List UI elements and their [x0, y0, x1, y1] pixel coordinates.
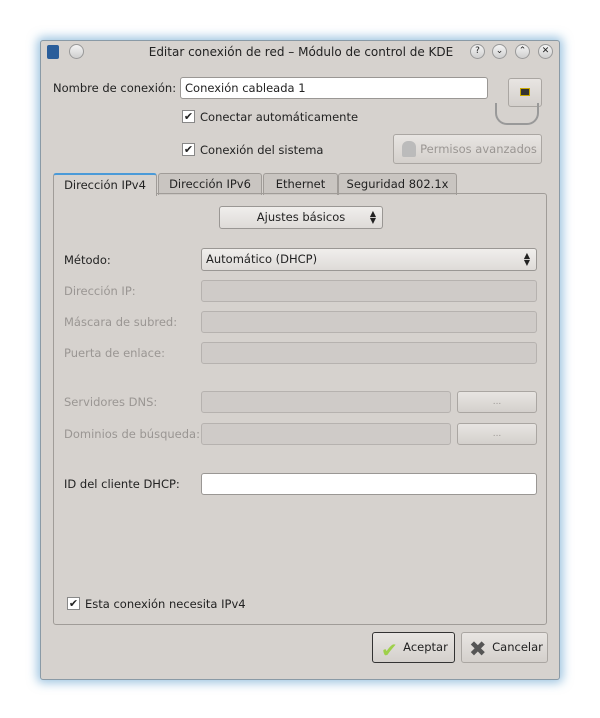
search-domains-label: Dominios de búsqueda: [64, 427, 200, 441]
search-domains-input[interactable] [201, 423, 451, 445]
settings-mode-value: Ajustes básicos [256, 210, 346, 224]
dialog-window: Editar conexión de red – Módulo de contr… [40, 40, 560, 680]
close-button[interactable]: ✕ [538, 44, 553, 59]
checkmark-icon: ✔ [381, 638, 398, 662]
gateway-input[interactable] [201, 342, 537, 364]
tab-security[interactable]: Seguridad 802.1x [338, 173, 457, 195]
dns-servers-input[interactable] [201, 391, 451, 413]
tab-ipv4[interactable]: Dirección IPv4 [53, 173, 157, 196]
ok-label: Aceptar [403, 640, 448, 654]
method-value: Automático (DHCP) [206, 252, 318, 266]
cancel-button[interactable]: ✖ Cancelar [461, 632, 548, 663]
requires-ipv4-checkbox[interactable]: ✔ [67, 597, 80, 610]
settings-mode-select[interactable]: Ajustes básicos ▲ ▼ [219, 206, 383, 229]
app-icon [47, 45, 59, 59]
updown-arrow-icon: ▲ ▼ [369, 209, 376, 225]
gateway-label: Puerta de enlace: [64, 346, 165, 360]
requires-ipv4-label: Esta conexión necesita IPv4 [85, 597, 246, 611]
cancel-label: Cancelar [492, 640, 543, 654]
maximize-button[interactable]: ⌃ [515, 44, 530, 59]
method-select[interactable]: Automático (DHCP) ▲ ▼ [201, 248, 537, 271]
minimize-button[interactable]: ⌄ [492, 44, 507, 59]
tab-ethernet[interactable]: Ethernet [263, 173, 338, 195]
dhcp-client-id-label: ID del cliente DHCP: [64, 477, 180, 491]
subnet-mask-input[interactable] [201, 311, 537, 333]
dns-servers-label: Servidores DNS: [64, 395, 158, 409]
subnet-mask-label: Máscara de subred: [64, 315, 178, 329]
updown-arrow-icon: ▲ ▼ [523, 251, 530, 267]
system-connection-label: Conexión del sistema [200, 143, 324, 157]
ip-address-input[interactable] [201, 280, 537, 302]
auto-connect-checkbox[interactable]: ✔ [182, 110, 195, 123]
method-label: Método: [64, 253, 111, 267]
ip-address-label: Dirección IP: [64, 284, 136, 298]
advanced-permissions-button[interactable]: Permisos avanzados [393, 134, 542, 164]
dhcp-client-id-input[interactable] [201, 473, 537, 495]
connection-name-input[interactable]: Conexión cableada 1 [180, 77, 488, 99]
dns-more-button[interactable]: ... [457, 391, 537, 413]
user-info-icon [402, 141, 416, 157]
ok-button[interactable]: ✔ Aceptar [372, 632, 455, 663]
advanced-permissions-label: Permisos avanzados [420, 142, 537, 156]
system-connection-checkbox[interactable]: ✔ [182, 143, 195, 156]
connection-name-label: Nombre de conexión: [53, 81, 177, 95]
help-button[interactable]: ? [470, 44, 485, 59]
cancel-x-icon: ✖ [469, 637, 487, 661]
window-menu-button[interactable] [69, 44, 84, 59]
cable-icon [495, 103, 539, 125]
tab-ipv6[interactable]: Dirección IPv6 [158, 173, 262, 195]
ethernet-port-icon [520, 88, 530, 96]
search-more-button[interactable]: ... [457, 423, 537, 445]
auto-connect-label: Conectar automáticamente [200, 110, 359, 124]
